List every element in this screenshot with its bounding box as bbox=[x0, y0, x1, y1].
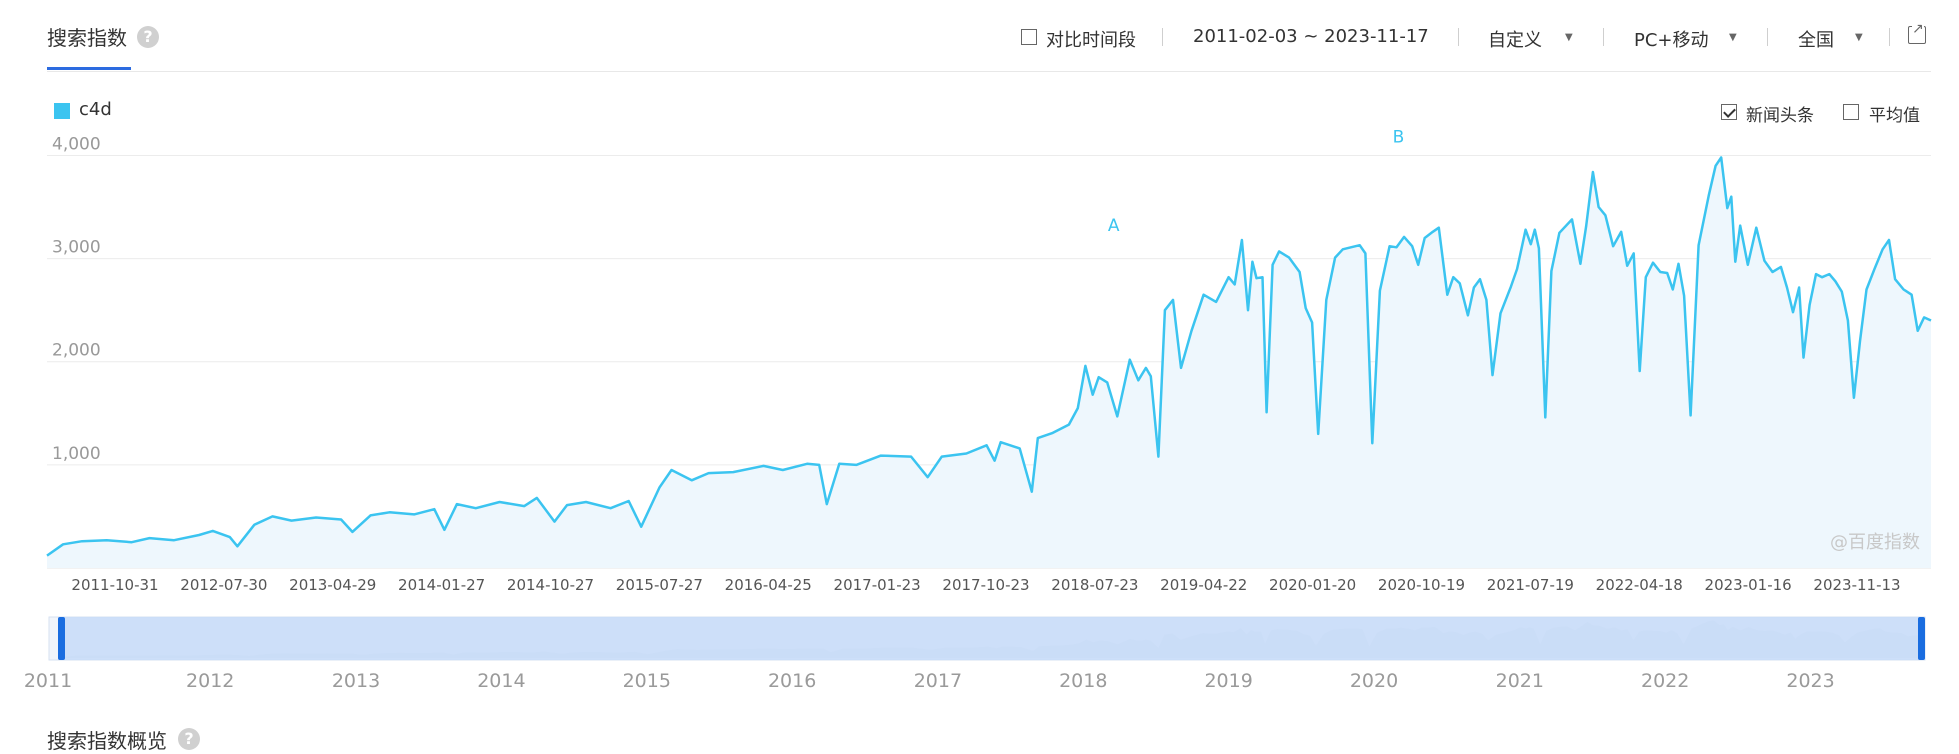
slider-handle-left[interactable] bbox=[58, 617, 65, 660]
series-area bbox=[47, 157, 1931, 568]
x-tick-label: 2013-04-29 bbox=[289, 576, 376, 594]
slider-year-label: 2014 bbox=[477, 670, 525, 690]
y-tick-label: 2,000 bbox=[52, 341, 101, 361]
slider-year-label: 2022 bbox=[1641, 670, 1689, 690]
y-tick-label: 1,000 bbox=[52, 444, 101, 464]
slider-year-label: 2013 bbox=[332, 670, 380, 690]
annotation-label: B bbox=[1393, 128, 1405, 148]
x-tick-label: 2016-04-25 bbox=[725, 576, 812, 594]
time-slider[interactable]: 2011 2012 2013 2014 2015 2016 2017 2018 2019 2020… bbox=[24, 616, 1926, 690]
y-axis-labels: 1,000 2,000 3,000 4,000 bbox=[52, 134, 101, 463]
x-tick-label: 2017-01-23 bbox=[834, 576, 921, 594]
x-tick-label: 2020-10-19 bbox=[1378, 576, 1465, 594]
slider-year-label: 2020 bbox=[1350, 670, 1398, 690]
slider-year-label: 2017 bbox=[914, 670, 962, 690]
y-tick-label: 4,000 bbox=[52, 134, 101, 154]
x-tick-label: 2017-10-23 bbox=[942, 576, 1029, 594]
slider-year-label: 2012 bbox=[186, 670, 234, 690]
annotation-label: A bbox=[1108, 216, 1120, 236]
slider-year-label: 2015 bbox=[623, 670, 671, 690]
search-index-chart: 1,000 2,000 3,000 4,000 2011-10-31 2012-07-3… bbox=[24, 128, 1932, 690]
x-tick-label: 2019-04-22 bbox=[1160, 576, 1247, 594]
x-tick-label: 2011-10-31 bbox=[71, 576, 158, 594]
slider-year-labels: 2011 2012 2013 2014 2015 2016 2017 2018 2019 2020… bbox=[24, 670, 1835, 690]
x-tick-label: 2021-07-19 bbox=[1487, 576, 1574, 594]
x-axis-labels: 2011-10-31 2012-07-30 2013-04-29 2014-01-27… bbox=[71, 576, 1900, 594]
x-tick-label: 2014-10-27 bbox=[507, 576, 594, 594]
annotations: AB bbox=[1108, 128, 1404, 237]
slider-year-label: 2018 bbox=[1059, 670, 1107, 690]
slider-year-label: 2021 bbox=[1496, 670, 1544, 690]
watermark: @百度指数 bbox=[1830, 532, 1920, 553]
x-tick-label: 2023-11-13 bbox=[1813, 576, 1900, 594]
overview-title: 搜索指数概览 bbox=[47, 729, 167, 753]
x-tick-label: 2020-01-20 bbox=[1269, 576, 1356, 594]
x-tick-label: 2023-01-16 bbox=[1705, 576, 1792, 594]
slider-year-label: 2023 bbox=[1786, 670, 1834, 690]
slider-year-label: 2011 bbox=[24, 670, 72, 690]
y-tick-label: 3,000 bbox=[52, 238, 101, 258]
x-tick-label: 2014-01-27 bbox=[398, 576, 485, 594]
slider-handle-right[interactable] bbox=[1918, 617, 1925, 660]
x-tick-label: 2022-04-18 bbox=[1596, 576, 1683, 594]
slider-selection[interactable] bbox=[61, 617, 1921, 660]
x-tick-label: 2015-07-27 bbox=[616, 576, 703, 594]
x-tick-label: 2018-07-23 bbox=[1051, 576, 1138, 594]
slider-year-label: 2019 bbox=[1204, 670, 1252, 690]
x-tick-label: 2012-07-30 bbox=[180, 576, 267, 594]
slider-year-label: 2016 bbox=[768, 670, 816, 690]
